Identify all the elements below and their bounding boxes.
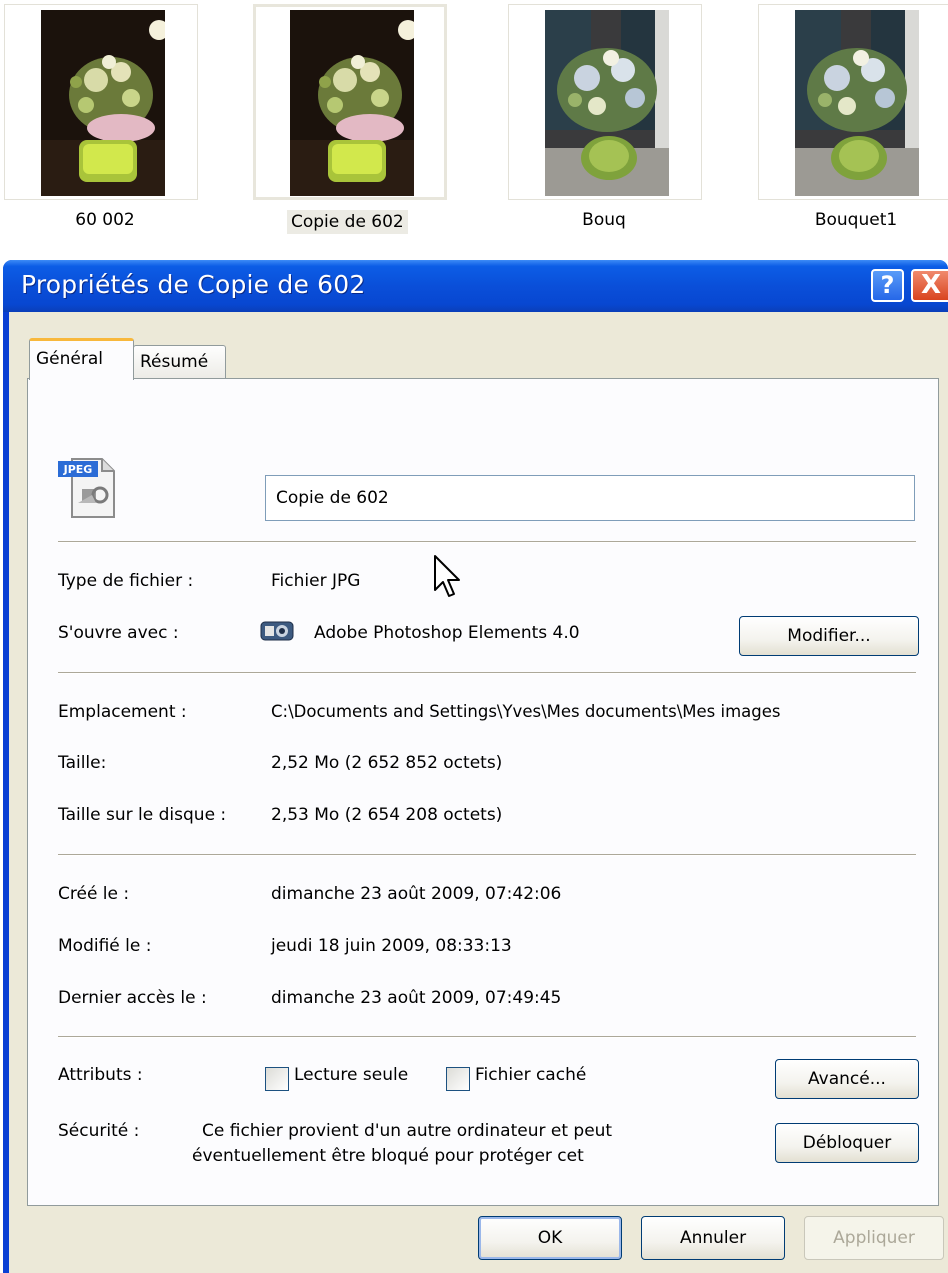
location-value: C:\Documents and Settings\Yves\Mes docum… bbox=[271, 702, 781, 721]
thumbnail-bouq[interactable] bbox=[508, 4, 702, 200]
accessed-label: Dernier accès le : bbox=[58, 988, 207, 1008]
photoshop-elements-icon bbox=[260, 619, 294, 643]
tab-resume[interactable]: Résumé bbox=[133, 345, 226, 379]
security-label: Sécurité : bbox=[58, 1121, 140, 1141]
jpeg-badge: JPEG bbox=[63, 463, 93, 476]
separator bbox=[58, 854, 916, 856]
help-button[interactable]: ? bbox=[871, 269, 904, 302]
title-bar[interactable]: Propriétés de Copie de 602 ? X bbox=[3, 260, 948, 312]
separator bbox=[58, 541, 916, 543]
modified-value: jeudi 18 juin 2009, 08:33:13 bbox=[271, 936, 512, 956]
unblock-button[interactable]: Débloquer bbox=[775, 1123, 919, 1163]
photo-night-bouquet bbox=[41, 10, 165, 196]
photo-window-bouquet bbox=[795, 10, 919, 196]
close-button[interactable]: X bbox=[911, 269, 948, 302]
thumbnail-label[interactable]: Bouquet1 bbox=[806, 210, 906, 230]
disk-size-value: 2,53 Mo (2 654 208 octets) bbox=[271, 805, 503, 825]
thumbnail-bouquet1[interactable] bbox=[758, 4, 948, 200]
general-tab-panel: JPEG Copie de 602 Type de fichier : Fich… bbox=[27, 378, 939, 1206]
modify-button[interactable]: Modifier... bbox=[739, 616, 919, 656]
photo-night-bouquet bbox=[290, 10, 414, 196]
thumbnail-60-002[interactable] bbox=[4, 4, 198, 200]
size-label: Taille: bbox=[58, 753, 107, 773]
disk-size-label: Taille sur le disque : bbox=[58, 805, 227, 825]
thumbnail-label[interactable]: Bouq bbox=[574, 210, 634, 230]
readonly-label[interactable]: Lecture seule bbox=[294, 1065, 408, 1085]
file-type-label: Type de fichier : bbox=[58, 571, 194, 591]
file-type-value: Fichier JPG bbox=[271, 571, 361, 591]
security-text-line2: éventuellement être bloqué pour protéger… bbox=[192, 1146, 584, 1166]
jpeg-file-icon: JPEG bbox=[56, 455, 122, 521]
apply-button: Appliquer bbox=[804, 1216, 944, 1260]
readonly-checkbox[interactable] bbox=[265, 1067, 289, 1091]
file-name-input[interactable]: Copie de 602 bbox=[265, 475, 915, 521]
hidden-label[interactable]: Fichier caché bbox=[475, 1065, 586, 1085]
mouse-cursor-icon bbox=[433, 554, 463, 602]
hidden-checkbox[interactable] bbox=[446, 1067, 470, 1091]
accessed-value: dimanche 23 août 2009, 07:49:45 bbox=[271, 988, 562, 1008]
opens-with-value: Adobe Photoshop Elements 4.0 bbox=[314, 623, 580, 643]
tab-general[interactable]: Général bbox=[29, 338, 134, 380]
properties-dialog: Propriétés de Copie de 602 ? X Résumé Gé… bbox=[3, 260, 948, 1273]
ok-button[interactable]: OK bbox=[478, 1216, 622, 1260]
separator bbox=[58, 672, 916, 674]
security-text-line1: Ce fichier provient d'un autre ordinateu… bbox=[202, 1121, 613, 1141]
photo-window-bouquet bbox=[545, 10, 669, 196]
location-label: Emplacement : bbox=[58, 702, 187, 722]
attributes-label: Attributs : bbox=[58, 1065, 143, 1085]
size-value: 2,52 Mo (2 652 852 octets) bbox=[271, 753, 503, 773]
created-value: dimanche 23 août 2009, 07:42:06 bbox=[271, 884, 562, 904]
modified-label: Modifié le : bbox=[58, 936, 152, 956]
separator bbox=[58, 1036, 916, 1038]
opens-with-label: S'ouvre avec : bbox=[58, 623, 179, 643]
thumbnail-label[interactable]: Copie de 602 bbox=[287, 210, 408, 234]
advanced-button[interactable]: Avancé... bbox=[775, 1059, 919, 1099]
dialog-body: Résumé Général JPEG Copie de 602 Type de… bbox=[9, 312, 948, 1273]
created-label: Créé le : bbox=[58, 884, 130, 904]
dialog-title: Propriétés de Copie de 602 bbox=[21, 270, 366, 299]
thumbnail-label[interactable]: 60 002 bbox=[58, 210, 152, 230]
cancel-button[interactable]: Annuler bbox=[641, 1216, 785, 1260]
thumbnail-copie-de-602[interactable] bbox=[253, 4, 447, 200]
